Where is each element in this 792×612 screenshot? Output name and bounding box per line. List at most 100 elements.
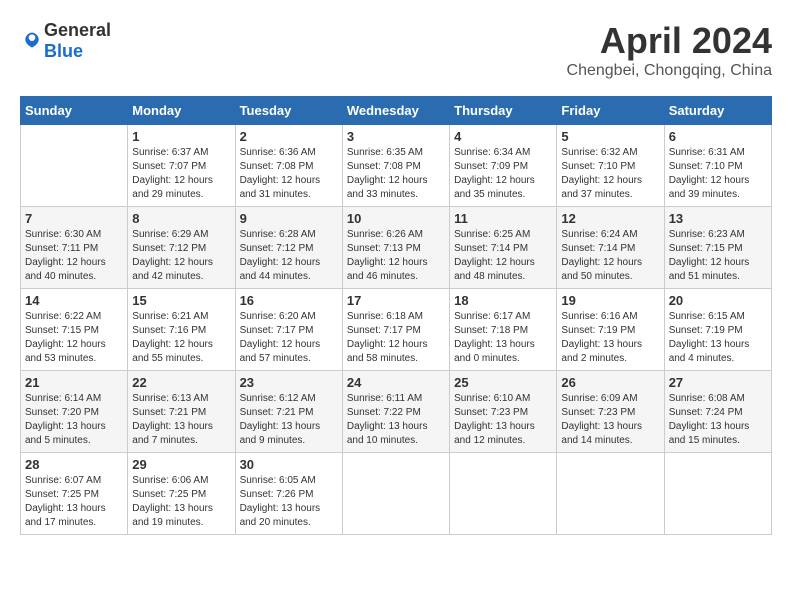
day-number: 12	[561, 211, 659, 226]
location: Chengbei, Chongqing, China	[567, 62, 772, 80]
day-info: Sunrise: 6:17 AMSunset: 7:18 PMDaylight:…	[454, 310, 552, 366]
day-info: Sunrise: 6:22 AMSunset: 7:15 PMDaylight:…	[25, 310, 123, 366]
day-number: 24	[347, 375, 445, 390]
calendar-cell: 10 Sunrise: 6:26 AMSunset: 7:13 PMDayligh…	[342, 207, 449, 289]
day-info: Sunrise: 6:18 AMSunset: 7:17 PMDaylight:…	[347, 310, 445, 366]
calendar-cell: 25Sunrise: 6:10 AMSunset: 7:23 PMDayligh…	[450, 371, 557, 453]
day-info: Sunrise: 6:10 AMSunset: 7:23 PMDaylight:…	[454, 392, 552, 448]
weekday-header-row: SundayMondayTuesdayWednesdayThursdayFrid…	[21, 97, 772, 125]
day-number: 11	[454, 211, 552, 226]
calendar-cell: 14 Sunrise: 6:22 AMSunset: 7:15 PMDayligh…	[21, 289, 128, 371]
day-number: 7	[25, 211, 123, 226]
weekday-header-tuesday: Tuesday	[235, 97, 342, 125]
calendar-cell: 16 Sunrise: 6:20 AMSunset: 7:17 PMDayligh…	[235, 289, 342, 371]
day-info: Sunrise: 6:20 AMSunset: 7:17 PMDaylight:…	[240, 310, 338, 366]
day-number: 30	[240, 457, 338, 472]
day-number: 23	[240, 375, 338, 390]
day-number: 6	[669, 129, 767, 144]
day-number: 16	[240, 293, 338, 308]
calendar-cell: 28Sunrise: 6:07 AMSunset: 7:25 PMDayligh…	[21, 453, 128, 535]
day-info: Sunrise: 6:13 AMSunset: 7:21 PMDaylight:…	[132, 392, 230, 448]
calendar-cell: 17Sunrise: 6:18 AMSunset: 7:17 PMDayligh…	[342, 289, 449, 371]
week-row-5: 28Sunrise: 6:07 AMSunset: 7:25 PMDayligh…	[21, 453, 772, 535]
weekday-header-wednesday: Wednesday	[342, 97, 449, 125]
calendar-cell: 20Sunrise: 6:15 AMSunset: 7:19 PMDayligh…	[664, 289, 771, 371]
day-number: 10	[347, 211, 445, 226]
week-row-3: 14 Sunrise: 6:22 AMSunset: 7:15 PMDayligh…	[21, 289, 772, 371]
header: General Blue April 2024 Chengbei, Chongq…	[20, 20, 772, 80]
week-row-1: 1Sunrise: 6:37 AMSunset: 7:07 PMDaylight…	[21, 125, 772, 207]
calendar-cell: 18 Sunrise: 6:17 AMSunset: 7:18 PMDayligh…	[450, 289, 557, 371]
day-info: Sunrise: 6:16 AMSunset: 7:19 PMDaylight:…	[561, 310, 659, 366]
day-number: 2	[240, 129, 338, 144]
day-number: 21	[25, 375, 123, 390]
calendar-cell: 12 Sunrise: 6:24 AMSunset: 7:14 PMDayligh…	[557, 207, 664, 289]
day-info: Sunrise: 6:12 AMSunset: 7:21 PMDaylight:…	[240, 392, 338, 448]
day-info: Sunrise: 6:36 AMSunset: 7:08 PMDaylight:…	[240, 146, 338, 202]
day-number: 15	[132, 293, 230, 308]
day-number: 14	[25, 293, 123, 308]
logo-icon	[22, 31, 42, 51]
month-year: April 2024	[567, 20, 772, 62]
calendar-cell: 1Sunrise: 6:37 AMSunset: 7:07 PMDaylight…	[128, 125, 235, 207]
day-info: Sunrise: 6:34 AMSunset: 7:09 PMDaylight:…	[454, 146, 552, 202]
day-number: 9	[240, 211, 338, 226]
day-number: 13	[669, 211, 767, 226]
calendar-cell	[342, 453, 449, 535]
day-number: 26	[561, 375, 659, 390]
calendar-cell: 4 Sunrise: 6:34 AMSunset: 7:09 PMDaylight…	[450, 125, 557, 207]
calendar-cell: 19 Sunrise: 6:16 AMSunset: 7:19 PMDayligh…	[557, 289, 664, 371]
calendar-cell: 27Sunrise: 6:08 AMSunset: 7:24 PMDayligh…	[664, 371, 771, 453]
day-number: 18	[454, 293, 552, 308]
day-number: 8	[132, 211, 230, 226]
calendar-cell: 30Sunrise: 6:05 AMSunset: 7:26 PMDayligh…	[235, 453, 342, 535]
day-number: 22	[132, 375, 230, 390]
calendar-cell: 7 Sunrise: 6:30 AMSunset: 7:11 PMDaylight…	[21, 207, 128, 289]
day-info: Sunrise: 6:11 AMSunset: 7:22 PMDaylight:…	[347, 392, 445, 448]
day-number: 28	[25, 457, 123, 472]
week-row-4: 21 Sunrise: 6:14 AMSunset: 7:20 PMDayligh…	[21, 371, 772, 453]
day-number: 3	[347, 129, 445, 144]
calendar-cell: 29 Sunrise: 6:06 AMSunset: 7:25 PMDayligh…	[128, 453, 235, 535]
calendar-cell: 24 Sunrise: 6:11 AMSunset: 7:22 PMDayligh…	[342, 371, 449, 453]
day-info: Sunrise: 6:25 AMSunset: 7:14 PMDaylight:…	[454, 228, 552, 284]
day-number: 19	[561, 293, 659, 308]
day-info: Sunrise: 6:32 AMSunset: 7:10 PMDaylight:…	[561, 146, 659, 202]
weekday-header-thursday: Thursday	[450, 97, 557, 125]
day-number: 20	[669, 293, 767, 308]
day-info: Sunrise: 6:30 AMSunset: 7:11 PMDaylight:…	[25, 228, 123, 284]
day-info: Sunrise: 6:09 AMSunset: 7:23 PMDaylight:…	[561, 392, 659, 448]
day-number: 29	[132, 457, 230, 472]
calendar-cell: 8Sunrise: 6:29 AMSunset: 7:12 PMDaylight…	[128, 207, 235, 289]
calendar-cell: 3 Sunrise: 6:35 AMSunset: 7:08 PMDaylight…	[342, 125, 449, 207]
weekday-header-monday: Monday	[128, 97, 235, 125]
calendar-cell	[450, 453, 557, 535]
logo-text: General Blue	[44, 20, 111, 62]
calendar-cell: 23 Sunrise: 6:12 AMSunset: 7:21 PMDayligh…	[235, 371, 342, 453]
calendar-cell: 21 Sunrise: 6:14 AMSunset: 7:20 PMDayligh…	[21, 371, 128, 453]
day-info: Sunrise: 6:28 AMSunset: 7:12 PMDaylight:…	[240, 228, 338, 284]
weekday-header-friday: Friday	[557, 97, 664, 125]
day-info: Sunrise: 6:14 AMSunset: 7:20 PMDaylight:…	[25, 392, 123, 448]
calendar-cell: 9 Sunrise: 6:28 AMSunset: 7:12 PMDaylight…	[235, 207, 342, 289]
day-info: Sunrise: 6:23 AMSunset: 7:15 PMDaylight:…	[669, 228, 767, 284]
calendar-cell	[664, 453, 771, 535]
calendar-cell: 5 Sunrise: 6:32 AMSunset: 7:10 PMDaylight…	[557, 125, 664, 207]
day-info: Sunrise: 6:06 AMSunset: 7:25 PMDaylight:…	[132, 474, 230, 530]
weekday-header-sunday: Sunday	[21, 97, 128, 125]
day-info: Sunrise: 6:26 AMSunset: 7:13 PMDaylight:…	[347, 228, 445, 284]
logo-general: General	[44, 20, 111, 40]
calendar-cell	[21, 125, 128, 207]
day-number: 1	[132, 129, 230, 144]
logo: General Blue	[20, 20, 111, 62]
day-info: Sunrise: 6:24 AMSunset: 7:14 PMDaylight:…	[561, 228, 659, 284]
logo-blue: Blue	[44, 41, 83, 61]
week-row-2: 7 Sunrise: 6:30 AMSunset: 7:11 PMDaylight…	[21, 207, 772, 289]
calendar-cell: 2 Sunrise: 6:36 AMSunset: 7:08 PMDaylight…	[235, 125, 342, 207]
day-number: 4	[454, 129, 552, 144]
day-number: 5	[561, 129, 659, 144]
day-info: Sunrise: 6:35 AMSunset: 7:08 PMDaylight:…	[347, 146, 445, 202]
calendar-cell	[557, 453, 664, 535]
calendar-table: SundayMondayTuesdayWednesdayThursdayFrid…	[20, 96, 772, 535]
calendar-cell: 11 Sunrise: 6:25 AMSunset: 7:14 PMDayligh…	[450, 207, 557, 289]
